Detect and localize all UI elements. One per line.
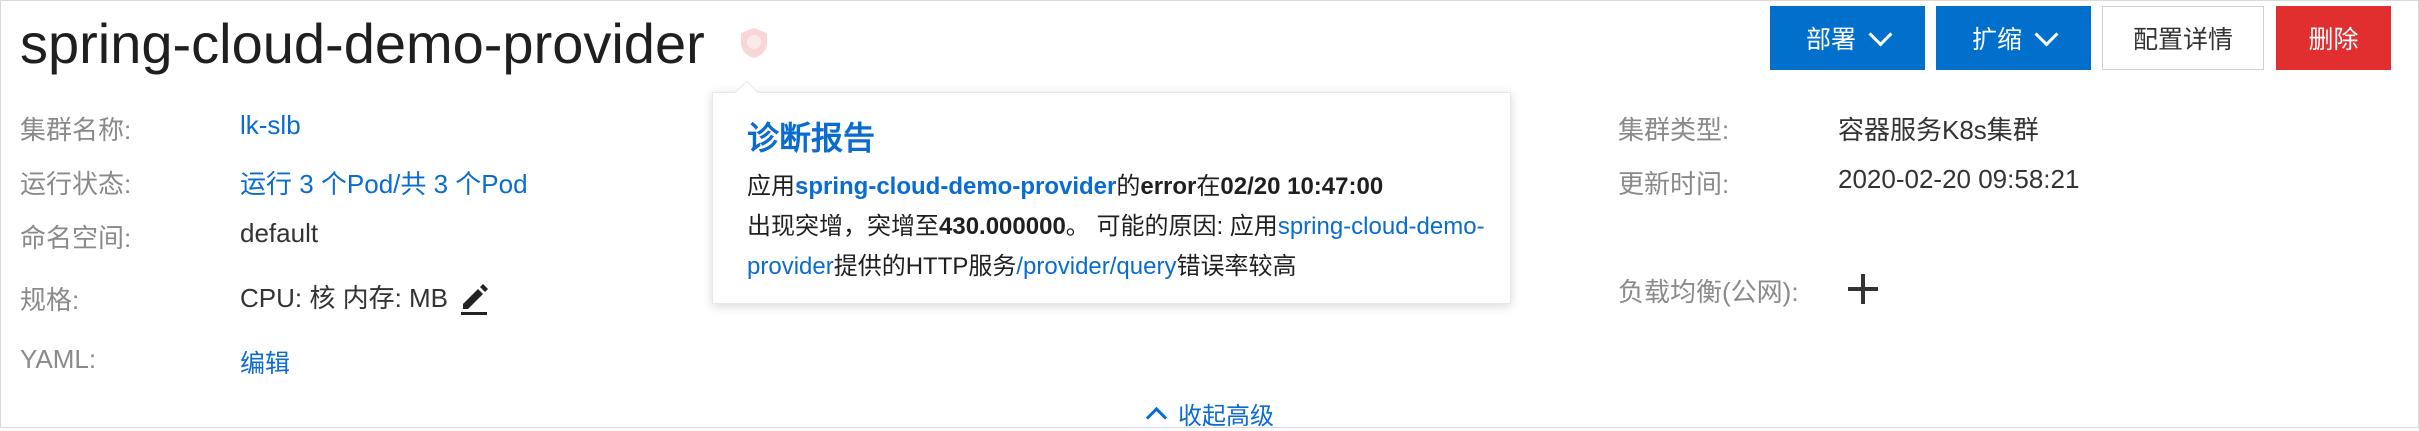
popover-text: 在 (1196, 173, 1221, 200)
popover-text: 的 (1116, 173, 1141, 200)
load-balancer-label: 负载均衡(公网): (1618, 277, 1799, 307)
chevron-up-icon (1145, 406, 1168, 429)
popover-body: 应用spring-cloud-demo-provider的error在02/20… (747, 167, 1487, 287)
chevron-down-icon (2034, 21, 2059, 47)
popover-text: 出现突增，突增至 (747, 213, 939, 240)
config-detail-button[interactable]: 配置详情 (2102, 6, 2264, 70)
deploy-button[interactable]: 部署 (1770, 6, 1925, 70)
namespace-value: default (240, 218, 319, 248)
scale-button[interactable]: 扩缩 (1936, 6, 2091, 70)
plus-icon[interactable] (1848, 274, 1878, 304)
popover-time: 02/20 10:47:00 (1220, 173, 1384, 200)
popover-title: 诊断报告 (747, 120, 876, 156)
run-status-label: 运行状态: (20, 169, 132, 199)
deploy-label: 部署 (1805, 26, 1856, 54)
spec-label: 规格: (20, 285, 80, 315)
cluster-name-link[interactable]: lk-slb (240, 110, 301, 141)
collapse-advanced-link[interactable]: 收起高级 (1145, 396, 1274, 431)
update-time-value: 2020-02-20 09:58:21 (1838, 164, 2080, 194)
delete-button[interactable]: 删除 (2276, 6, 2391, 70)
yaml-edit-link[interactable]: 编辑 (240, 344, 290, 380)
popover-text: 错误率较高 (1176, 253, 1297, 280)
cluster-type-value: 容器服务K8s集群 (1838, 115, 2039, 145)
cluster-type-label: 集群类型: (1618, 115, 1730, 145)
popover-path-link[interactable]: /provider/query (1016, 253, 1176, 280)
collapse-label: 收起高级 (1178, 403, 1274, 430)
popover-metric: error (1140, 173, 1197, 200)
scale-label: 扩缩 (1971, 26, 2022, 54)
namespace-label: 命名空间: (20, 223, 132, 253)
page-title: spring-cloud-demo-provider (20, 12, 705, 75)
diagnosis-shield-icon[interactable] (737, 26, 771, 60)
cluster-name-label: 集群名称: (20, 115, 132, 145)
update-time-label: 更新时间: (1618, 169, 1730, 199)
popover-text: 。 可能的原因: 应用 (1065, 213, 1278, 240)
spec-row: CPU: 核 内存: MB (240, 278, 493, 318)
chevron-down-icon (1868, 21, 1893, 47)
popover-value: 430.000000 (939, 213, 1066, 240)
diagnosis-popover: 诊断报告 应用spring-cloud-demo-provider的error在… (712, 92, 1511, 304)
popover-text: 提供的HTTP服务 (833, 253, 1017, 280)
spec-value: CPU: 核 内存: MB (240, 283, 449, 313)
run-status-link[interactable]: 运行 3 个Pod/共 3 个Pod (240, 164, 528, 201)
popover-text: 应用 (747, 173, 795, 200)
edit-pencil-icon[interactable] (457, 282, 493, 318)
popover-app-link[interactable]: spring-cloud-demo-provider (795, 173, 1116, 200)
yaml-label: YAML: (20, 344, 97, 374)
